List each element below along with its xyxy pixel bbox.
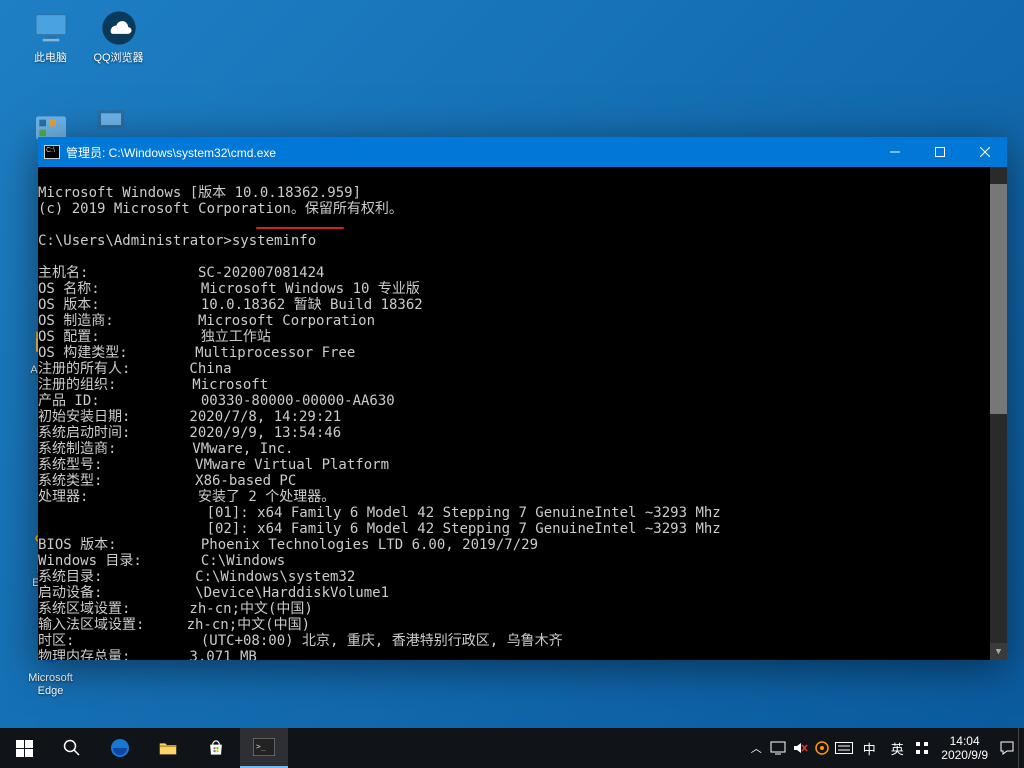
icon-label: QQ浏览器 xyxy=(86,52,151,65)
prompt: C:\Users\Administrator> xyxy=(38,233,232,249)
desktop-icon-this-pc[interactable]: 此电脑 xyxy=(18,8,83,65)
action-center-icon[interactable] xyxy=(996,728,1018,768)
tray-volume-muted-icon[interactable] xyxy=(789,728,811,768)
system-tray: ︿ 中 英 14:04 2020/9/9 xyxy=(745,728,1024,768)
taskbar-clock[interactable]: 14:04 2020/9/9 xyxy=(933,734,996,763)
taskbar-edge[interactable] xyxy=(96,728,144,768)
banner-line: (c) 2019 Microsoft Corporation。保留所有权利。 xyxy=(38,201,403,217)
tray-ime-options-icon[interactable] xyxy=(911,728,933,768)
cmd-icon xyxy=(44,145,60,159)
taskbar-cmd[interactable]: >_ xyxy=(240,728,288,768)
cmd-window: 管理员: C:\Windows\system32\cmd.exe Microso… xyxy=(38,137,1007,660)
clock-time: 14:04 xyxy=(941,734,988,748)
close-button[interactable] xyxy=(962,137,1007,167)
search-button[interactable] xyxy=(48,728,96,768)
cpu-line: [02]: x64 Family 6 Model 42 Stepping 7 G… xyxy=(207,521,721,537)
banner-line: Microsoft Windows [版本 10.0.18362.959] xyxy=(38,185,361,201)
maximize-button[interactable] xyxy=(917,137,962,167)
tray-chevron-up-icon[interactable]: ︿ xyxy=(745,728,767,768)
clock-date: 2020/9/9 xyxy=(941,748,988,762)
svg-text:>_: >_ xyxy=(256,742,266,751)
start-button[interactable] xyxy=(0,728,48,768)
red-underline-annotation xyxy=(256,227,344,229)
app-icon xyxy=(91,100,131,140)
minimize-button[interactable] xyxy=(872,137,917,167)
cloud-icon xyxy=(99,8,139,48)
window-title: 管理员: C:\Windows\system32\cmd.exe xyxy=(66,144,872,161)
desktop-icon-qq-browser[interactable]: QQ浏览器 xyxy=(86,8,151,65)
taskbar-file-explorer[interactable] xyxy=(144,728,192,768)
window-controls xyxy=(872,137,1007,167)
icon-label: 此电脑 xyxy=(18,52,83,65)
taskbar-store[interactable] xyxy=(192,728,240,768)
scrollbar[interactable]: ▲ ▼ xyxy=(990,167,1007,660)
scroll-thumb[interactable] xyxy=(990,184,1007,414)
icon-label: Microsoft Edge xyxy=(18,672,83,698)
ime-indicator-2[interactable]: 英 xyxy=(883,728,911,768)
tray-app-icon[interactable] xyxy=(811,728,833,768)
tray-display-icon[interactable] xyxy=(767,728,789,768)
tray-keyboard-icon[interactable] xyxy=(833,728,855,768)
titlebar[interactable]: 管理员: C:\Windows\system32\cmd.exe xyxy=(38,137,1007,167)
monitor-icon xyxy=(31,8,71,48)
cpu-line: [01]: x64 Family 6 Model 42 Stepping 7 G… xyxy=(207,505,721,521)
typed-command: systeminfo xyxy=(232,233,316,249)
show-desktop-button[interactable] xyxy=(1018,728,1024,768)
taskbar: >_ ︿ 中 英 14:04 2020/9/9 xyxy=(0,728,1024,768)
scroll-down-arrow-icon[interactable]: ▼ xyxy=(990,643,1007,660)
terminal-output[interactable]: Microsoft Windows [版本 10.0.18362.959] (c… xyxy=(38,167,1007,660)
ime-indicator-1[interactable]: 中 xyxy=(855,728,883,768)
